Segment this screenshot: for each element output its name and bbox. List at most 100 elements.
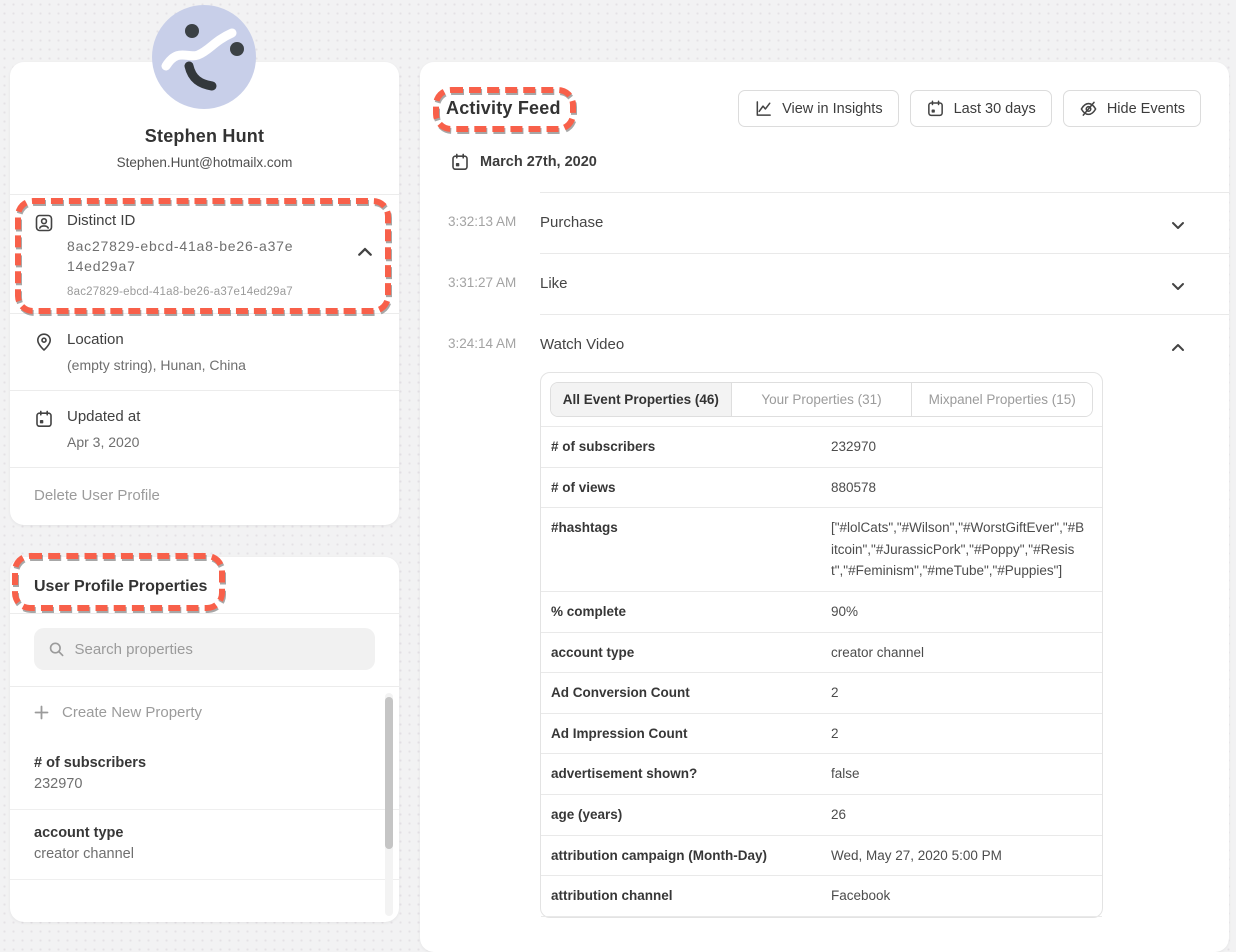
view-in-insights-button[interactable]: View in Insights [738,90,898,127]
event-properties-tabs: All Event Properties (46) Your Propertie… [550,382,1093,417]
table-row: # of subscribers 232970 [541,426,1102,467]
calendar-icon [34,409,54,429]
property-value: ["#lolCats","#Wilson","#WorstGiftEver","… [831,517,1101,582]
table-row: attribution campaign (Month-Day) Wed, Ma… [541,835,1102,876]
table-row: #hashtags ["#lolCats","#Wilson","#WorstG… [541,507,1102,591]
property-value: 2 [831,723,1102,745]
property-key: Ad Conversion Count [541,682,831,704]
distinct-id-value: 8ac27829-ebcd-41a8-be26-a37e14ed29a7 [67,236,299,277]
property-key: attribution campaign (Month-Day) [541,845,831,867]
create-new-property-button[interactable]: Create New Property [10,687,399,740]
tab-your-properties[interactable]: Your Properties (31) [731,383,912,416]
properties-header: User Profile Properties [10,557,399,614]
user-email: Stephen.Hunt@hotmailx.com [30,155,379,170]
property-key: # of subscribers [541,436,831,458]
location-section: Location (empty string), Hunan, China [10,313,399,390]
property-key: attribution channel [541,885,831,907]
property-list-item[interactable]: account type creator channel [10,809,399,879]
property-value: creator channel [831,642,1102,664]
event-row-watch-video[interactable]: 3:24:14 AM Watch Video [420,314,1229,366]
event-row-like[interactable]: 3:31:27 AM Like [420,253,1229,314]
table-row: age (years) 26 [541,794,1102,835]
search-properties-field[interactable] [34,628,375,670]
event-properties-table: # of subscribers 232970 # of views 88057… [541,426,1102,917]
date-header-label: March 27th, 2020 [480,154,597,170]
property-list-item[interactable]: # of subscribers 232970 [10,740,399,809]
properties-scrollbar-thumb[interactable] [385,697,393,849]
event-time: 3:32:13 AM [420,192,540,253]
map-pin-icon [34,332,54,352]
location-value: (empty string), Hunan, China [67,355,375,375]
user-profile-properties-card: User Profile Properties Create New Prope… [10,557,399,922]
event-row-purchase[interactable]: 3:32:13 AM Purchase [420,192,1229,253]
delete-user-profile-button[interactable]: Delete User Profile [10,467,399,525]
table-row: Ad Conversion Count 2 [541,672,1102,713]
property-key: age (years) [541,804,831,826]
table-row: % complete 90% [541,591,1102,632]
distinct-id-subvalue: 8ac27829-ebcd-41a8-be26-a37e14ed29a7 [67,286,375,298]
updated-at-value: Apr 3, 2020 [67,432,375,452]
date-range-label: Last 30 days [954,101,1036,117]
calendar-icon [926,99,945,118]
event-name: Watch Video [540,336,624,353]
property-value: creator channel [34,846,375,862]
hide-events-label: Hide Events [1107,101,1185,117]
hide-events-button[interactable]: Hide Events [1063,90,1201,127]
property-list-item[interactable] [10,879,399,912]
distinct-id-section: Distinct ID 8ac27829-ebcd-41a8-be26-a37e… [10,194,399,313]
property-value: 2 [831,682,1102,704]
contact-badge-icon [34,213,54,233]
collapse-event-button chevron-up-icon[interactable] [1171,340,1185,354]
view-in-insights-label: View in Insights [782,101,882,117]
table-row: advertisement shown? false [541,753,1102,794]
search-icon [48,640,64,658]
property-key: #hashtags [541,517,831,582]
tab-mixpanel-properties[interactable]: Mixpanel Properties (15) [911,383,1092,416]
insights-chart-icon [754,99,773,118]
property-value: 880578 [831,477,1102,499]
property-value: 26 [831,804,1102,826]
eye-off-icon [1079,99,1098,118]
table-row: attribution channel Facebook [541,875,1102,917]
property-value: Wed, May 27, 2020 5:00 PM [831,845,1102,867]
expand-event-button chevron-down-icon[interactable] [1171,218,1185,232]
property-key: advertisement shown? [541,763,831,785]
plus-icon [34,705,49,720]
table-row: Ad Impression Count 2 [541,713,1102,754]
property-value: false [831,763,1102,785]
property-value: 90% [831,601,1102,623]
properties-title: User Profile Properties [34,578,375,596]
distinct-id-collapse-button chevron-up-icon[interactable] [357,245,373,261]
updated-at-label: Updated at [67,408,375,425]
property-value: 232970 [831,436,1102,458]
updated-at-section: Updated at Apr 3, 2020 [10,390,399,467]
event-name: Purchase [540,214,603,231]
table-row: account type creator channel [541,632,1102,673]
property-name: # of subscribers [34,755,375,771]
property-name: account type [34,825,375,841]
search-properties-input[interactable] [74,641,361,658]
event-time: 3:24:14 AM [420,314,540,366]
property-key: % complete [541,601,831,623]
event-name: Like [540,275,568,292]
property-value: Facebook [831,885,1102,907]
user-name: Stephen Hunt [30,126,379,147]
property-key: account type [541,642,831,664]
property-key: Ad Impression Count [541,723,831,745]
activity-feed-card: Activity Feed View in Insights Last 30 d… [420,62,1229,952]
tab-all-event-properties[interactable]: All Event Properties (46) [551,383,731,416]
date-header: March 27th, 2020 [420,127,1229,172]
user-avatar smiley-linechart-icon [152,5,256,109]
expand-event-button chevron-down-icon[interactable] [1171,279,1185,293]
activity-feed-title: Activity Feed [446,98,561,119]
event-properties-panel: All Event Properties (46) Your Propertie… [540,372,1103,918]
calendar-icon [450,152,470,172]
properties-list: Create New Property # of subscribers 232… [10,687,399,912]
create-new-property-label: Create New Property [62,704,202,721]
property-key: # of views [541,477,831,499]
date-range-button[interactable]: Last 30 days [910,90,1052,127]
table-row: # of views 880578 [541,467,1102,508]
event-time: 3:31:27 AM [420,253,540,314]
location-label: Location [67,331,375,348]
user-profile-card: Stephen Hunt Stephen.Hunt@hotmailx.com D… [10,62,399,525]
